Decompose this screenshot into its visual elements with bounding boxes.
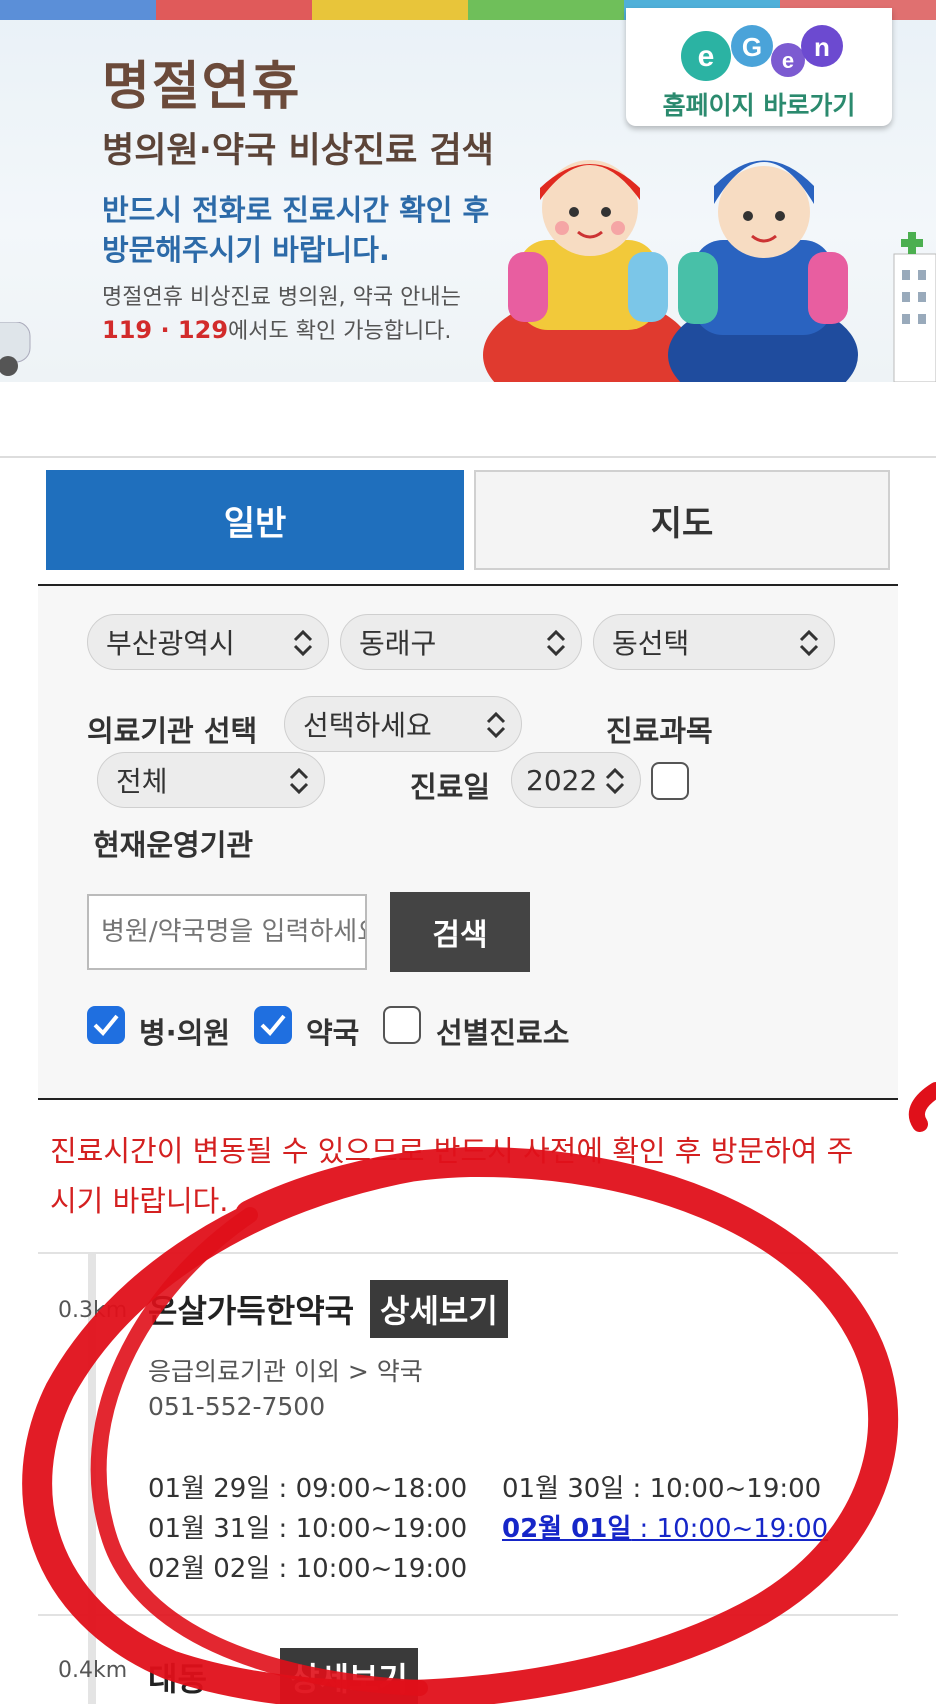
detail-view-button[interactable]: 상세보기 [370, 1280, 508, 1338]
result-name[interactable]: 대동 [148, 1654, 207, 1700]
updown-chevron-icon [605, 767, 625, 795]
banner-blue-line-1: 반드시 전화로 진료시간 확인 후 [102, 193, 490, 227]
divider [0, 456, 936, 458]
checkmark-icon [93, 1014, 119, 1036]
institution-label: 의료기관 선택 [87, 714, 258, 748]
hours-time: : 10:00~19:00 [624, 1474, 822, 1504]
hours-time: : 10:00~19:00 [631, 1514, 829, 1544]
egen-logo-icon: e G e n [681, 25, 843, 81]
hours-time: : 10:00~19:00 [270, 1514, 468, 1544]
district-select-value: 동래구 [359, 627, 437, 660]
stripe [156, 0, 312, 20]
banner-info-text: 명절연휴 비상진료 병의원, 약국 안내는 119 · 129에서도 확인 가능… [102, 282, 461, 348]
date-select[interactable]: 2022 [511, 752, 641, 808]
hours-time: : 10:00~19:00 [270, 1554, 468, 1584]
divider [38, 1614, 898, 1616]
stripe [312, 0, 468, 20]
emergency-numbers: 119 · 129 [102, 316, 229, 344]
result-category: 응급의료기관 이외 > 약국 [148, 1357, 423, 1386]
dong-select[interactable]: 동선택 [593, 614, 835, 670]
banner-small-line-1: 명절연휴 비상진료 병의원, 약국 안내는 [102, 285, 461, 310]
institution-select-value: 선택하세요 [303, 709, 432, 742]
hours-time: : 09:00~18:00 [270, 1474, 468, 1504]
hours-entry: 01월 29일 : 09:00~18:00 [148, 1468, 467, 1505]
checkmark-icon [260, 1014, 286, 1036]
search-button[interactable]: 검색 [390, 892, 530, 972]
hours-date: 01월 31일 [148, 1514, 271, 1544]
svg-text:G: G [742, 32, 762, 62]
result-name[interactable]: 온살가득한약국 [148, 1286, 354, 1332]
tab-general-label: 일반 [223, 503, 287, 544]
updown-chevron-icon [799, 629, 819, 657]
hanbok-children-illustration [483, 160, 858, 382]
clinic-checkbox[interactable] [87, 1006, 125, 1044]
operating-now-checkbox[interactable] [651, 762, 689, 800]
department-select-value: 전체 [116, 765, 168, 798]
screening-clinic-checkbox[interactable] [383, 1006, 421, 1044]
visit-notice: 진료시간이 변동될 수 있으므로 반드시 사전에 확인 후 방문하여 주시기 바… [50, 1134, 854, 1218]
tab-general[interactable]: 일반 [46, 470, 464, 570]
homepage-shortcut-button[interactable]: e G e n 홈페이지 바로가기 [626, 8, 892, 126]
updown-chevron-icon [289, 767, 309, 795]
pharmacy-checkbox-label: 약국 [306, 1016, 360, 1050]
result-phone[interactable]: 051-552-7500 [148, 1392, 325, 1421]
clinic-checkbox-label: 병·의원 [139, 1016, 231, 1050]
hours-date: 01월 29일 [148, 1474, 271, 1504]
date-select-value: 2022 [526, 763, 598, 797]
updown-chevron-icon [293, 629, 313, 657]
dong-select-value: 동선택 [612, 627, 690, 660]
tab-map-label: 지도 [650, 503, 714, 544]
result-distance: 0.3km [58, 1298, 128, 1323]
banner-phone-notice: 반드시 전화로 진료시간 확인 후 방문해주시기 바랍니다. [102, 190, 489, 270]
search-input[interactable] [87, 894, 367, 970]
hours-entry: 01월 30일 : 10:00~19:00 [502, 1468, 821, 1505]
hours-date: 01월 30일 [502, 1474, 625, 1504]
updown-chevron-icon [546, 629, 566, 657]
svg-text:e: e [782, 48, 794, 73]
stripe [468, 0, 624, 20]
event-banner: 명절연휴 병의원·약국 비상진료 검색 반드시 전화로 진료시간 확인 후 방문… [0, 0, 936, 382]
search-filter-panel: 부산광역시 동래구 동선택 의료기관 선택 선택하세요 진료과목 전체 진료일 … [38, 584, 898, 1100]
hours-date: 02월 01일 [502, 1514, 632, 1544]
svg-text:n: n [814, 32, 830, 62]
banner-small-line-2-rest: 에서도 확인 가능합니다. [228, 319, 452, 344]
hours-entry-today[interactable]: 02월 01일 : 10:00~19:00 [502, 1508, 828, 1545]
banner-small-line-2: 119 · 129에서도 확인 가능합니다. [102, 314, 461, 348]
hours-entry: 02월 02일 : 10:00~19:00 [148, 1548, 467, 1585]
district-select[interactable]: 동래구 [340, 614, 582, 670]
homepage-shortcut-label: 홈페이지 바로가기 [662, 91, 856, 120]
result-distance: 0.4km [58, 1658, 128, 1683]
stripe [0, 0, 156, 20]
hours-entry: 01월 31일 : 10:00~19:00 [148, 1508, 467, 1545]
banner-blue-line-2: 방문해주시기 바랍니다. [102, 233, 390, 267]
city-select-value: 부산광역시 [106, 627, 235, 660]
tab-map[interactable]: 지도 [474, 470, 890, 570]
city-select[interactable]: 부산광역시 [87, 614, 329, 670]
hospital-building-icon [893, 232, 936, 382]
banner-subtitle: 병의원·약국 비상진료 검색 [102, 131, 494, 171]
divider [38, 1252, 898, 1254]
banner-title: 명절연휴 [102, 57, 302, 117]
updown-chevron-icon [486, 711, 506, 739]
detail-view-button[interactable]: 상세보기 [280, 1648, 418, 1704]
institution-select[interactable]: 선택하세요 [284, 696, 522, 752]
ambulance-icon [0, 322, 31, 376]
operating-now-label: 현재운영기관 [93, 828, 254, 862]
svg-text:e: e [698, 40, 715, 73]
hours-date: 02월 02일 [148, 1554, 271, 1584]
department-select[interactable]: 전체 [97, 752, 325, 808]
pharmacy-checkbox[interactable] [254, 1006, 292, 1044]
department-label: 진료과목 [606, 714, 713, 748]
screening-clinic-checkbox-label: 선별진료소 [436, 1016, 570, 1050]
date-label: 진료일 [410, 770, 491, 804]
